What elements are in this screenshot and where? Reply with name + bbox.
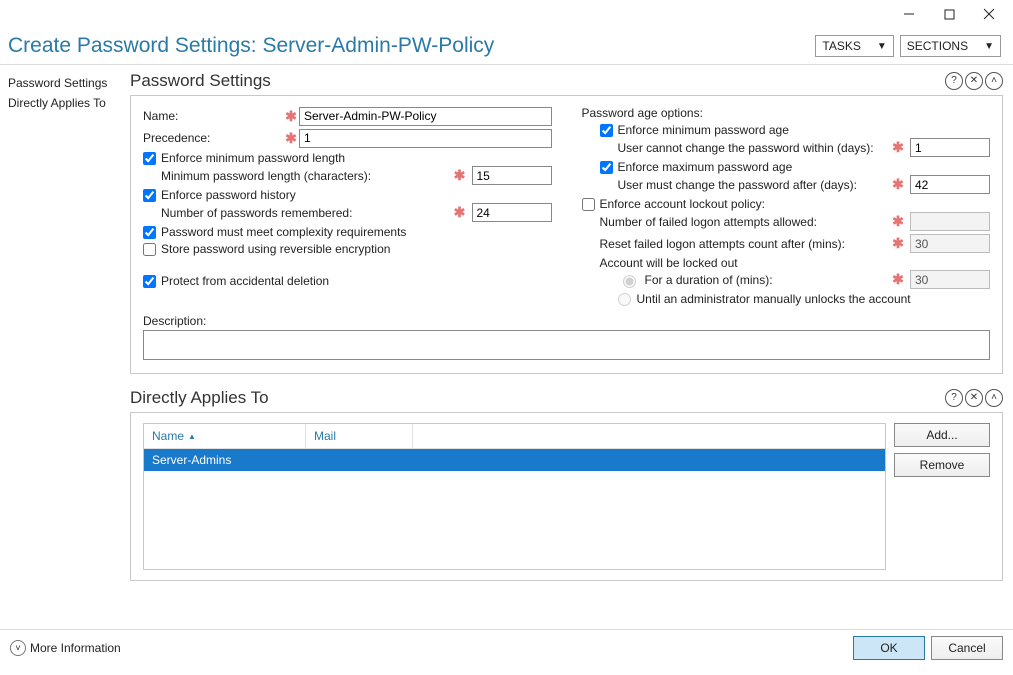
minimize-button[interactable]	[889, 0, 929, 28]
min-age-label: User cannot change the password within (…	[618, 141, 874, 155]
min-age-input[interactable]	[910, 138, 990, 157]
col-name[interactable]: Name ▲	[144, 424, 306, 448]
min-age-checkbox[interactable]	[600, 124, 613, 137]
sections-label: SECTIONS	[907, 39, 968, 53]
close-button[interactable]	[969, 0, 1009, 28]
required-icon: ✱	[283, 108, 299, 125]
history-chk-label: Enforce password history	[161, 188, 296, 202]
until-admin-radio	[618, 293, 631, 306]
required-icon: ✱	[890, 213, 906, 230]
max-age-chk-label: Enforce maximum password age	[618, 160, 793, 174]
max-age-label: User must change the password after (day…	[618, 178, 857, 192]
lockout-attempts-label: Number of failed logon attempts allowed:	[600, 215, 891, 229]
history-label: Number of passwords remembered:	[161, 206, 452, 220]
add-button[interactable]: Add...	[894, 423, 990, 447]
chevron-down-icon: ▼	[984, 41, 994, 52]
row-name: Server-Admins	[152, 453, 231, 467]
tasks-dropdown[interactable]: TASKS ▼	[815, 35, 893, 57]
complexity-label: Password must meet complexity requiremen…	[161, 225, 406, 239]
cancel-button[interactable]: Cancel	[931, 636, 1003, 660]
help-button[interactable]: ?	[945, 389, 963, 407]
description-input[interactable]	[143, 330, 990, 360]
nav-password-settings[interactable]: Password Settings	[8, 73, 126, 93]
applies-to-table[interactable]: Name ▲ Mail Server-Admins	[143, 423, 886, 570]
required-icon: ✱	[890, 271, 906, 288]
remove-button[interactable]: Remove	[894, 453, 990, 477]
history-checkbox[interactable]	[143, 189, 156, 202]
max-age-checkbox[interactable]	[600, 161, 613, 174]
chevron-down-icon: ▼	[877, 41, 887, 52]
section-title-directly-applies: Directly Applies To	[130, 388, 269, 408]
name-label: Name:	[143, 109, 283, 123]
required-icon: ✱	[890, 235, 906, 252]
sections-dropdown[interactable]: SECTIONS ▼	[900, 35, 1001, 57]
left-nav: Password Settings Directly Applies To	[0, 65, 130, 629]
max-age-input[interactable]	[910, 175, 990, 194]
section-collapse-button[interactable]: ˄	[985, 72, 1003, 90]
minimize-icon	[903, 8, 915, 20]
ok-button[interactable]: OK	[853, 636, 925, 660]
min-length-checkbox[interactable]	[143, 152, 156, 165]
until-admin-label: Until an administrator manually unlocks …	[637, 292, 911, 306]
locked-out-label: Account will be locked out	[582, 256, 991, 270]
password-settings-panel: Name: ✱ Precedence: ✱ Enforce minimum pa…	[130, 95, 1003, 374]
more-information-label: More Information	[30, 641, 121, 655]
section-title-password-settings: Password Settings	[130, 71, 271, 91]
col-mail[interactable]: Mail	[306, 424, 413, 448]
protect-label: Protect from accidental deletion	[161, 274, 329, 288]
table-row[interactable]: Server-Admins	[144, 449, 885, 471]
maximize-icon	[944, 9, 955, 20]
section-collapse-button[interactable]: ˄	[985, 389, 1003, 407]
min-age-chk-label: Enforce minimum password age	[618, 123, 789, 137]
directly-applies-panel: Name ▲ Mail Server-Admins Add... Remo	[130, 412, 1003, 581]
lockout-checkbox[interactable]	[582, 198, 595, 211]
tasks-label: TASKS	[822, 39, 860, 53]
more-information-toggle[interactable]: ˅ More Information	[10, 640, 121, 656]
required-icon: ✱	[452, 204, 468, 221]
duration-radio	[623, 275, 636, 288]
reversible-checkbox[interactable]	[143, 243, 156, 256]
maximize-button[interactable]	[929, 0, 969, 28]
min-length-label: Minimum password length (characters):	[161, 169, 452, 183]
sort-asc-icon: ▲	[188, 432, 196, 441]
complexity-checkbox[interactable]	[143, 226, 156, 239]
col-name-label: Name	[152, 429, 184, 443]
page-title: Create Password Settings: Server-Admin-P…	[8, 34, 494, 58]
close-icon	[983, 8, 995, 20]
precedence-label: Precedence:	[143, 131, 283, 145]
age-options-label: Password age options:	[582, 106, 991, 120]
min-length-input[interactable]	[472, 166, 552, 185]
section-close-button[interactable]: ✕	[965, 72, 983, 90]
required-icon: ✱	[452, 167, 468, 184]
required-icon: ✱	[890, 139, 906, 156]
description-label: Description:	[143, 314, 990, 328]
lockout-reset-label: Reset failed logon attempts count after …	[600, 237, 891, 251]
duration-input	[910, 270, 990, 289]
precedence-input[interactable]	[299, 129, 552, 148]
help-button[interactable]: ?	[945, 72, 963, 90]
duration-radio-label: For a duration of (mins):	[645, 273, 773, 287]
name-input[interactable]	[299, 107, 552, 126]
required-icon: ✱	[283, 130, 299, 147]
min-length-chk-label: Enforce minimum password length	[161, 151, 345, 165]
chevron-down-icon: ˅	[10, 640, 26, 656]
nav-directly-applies[interactable]: Directly Applies To	[8, 93, 126, 113]
col-empty	[413, 424, 885, 448]
required-icon: ✱	[890, 176, 906, 193]
lockout-attempts-input	[910, 212, 990, 231]
protect-checkbox[interactable]	[143, 275, 156, 288]
history-input[interactable]	[472, 203, 552, 222]
reversible-label: Store password using reversible encrypti…	[161, 242, 390, 256]
col-mail-label: Mail	[314, 429, 336, 443]
section-close-button[interactable]: ✕	[965, 389, 983, 407]
lockout-chk-label: Enforce account lockout policy:	[600, 197, 765, 211]
lockout-reset-input	[910, 234, 990, 253]
